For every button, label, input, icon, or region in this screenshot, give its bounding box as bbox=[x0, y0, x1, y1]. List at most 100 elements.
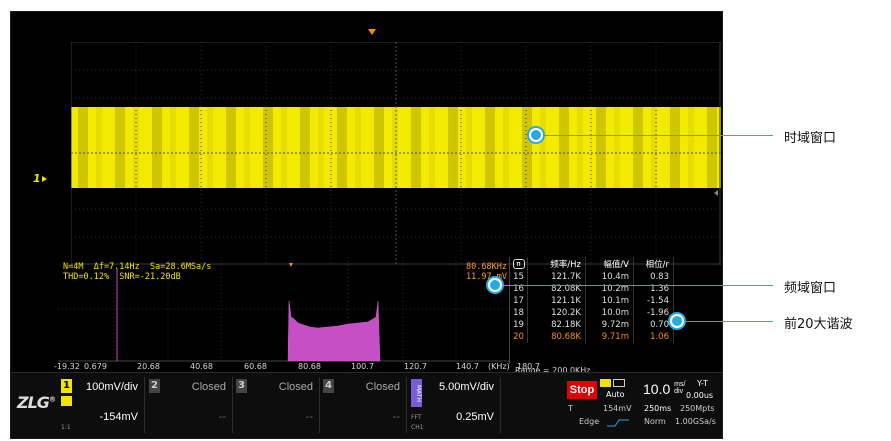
math-badge: MATH bbox=[411, 379, 422, 407]
fft-marker-freq: 80.68KHz bbox=[466, 262, 507, 272]
fft-param-line2: THD=0.12% SNR=-21.20dB bbox=[63, 272, 181, 282]
table-row[interactable]: 19 82.18K 9.72m 0.70 bbox=[510, 319, 689, 331]
harmonic-amp: 9.71m bbox=[586, 331, 634, 343]
fft-x-tick: 120.7 bbox=[404, 362, 427, 371]
trigger-type[interactable]: Edge bbox=[579, 417, 599, 426]
fft-parameters: N=4M Δf=7.14Hz Sa=28.6MSa/s THD=0.12% SNR… bbox=[63, 262, 211, 282]
ch1-settings[interactable]: 1 100mV/div -154mV 1:1 bbox=[59, 377, 145, 433]
logo-text: ZLG bbox=[17, 393, 50, 412]
harmonic-amp: 10.0m bbox=[586, 307, 634, 319]
harmonic-freq: 121.7K bbox=[528, 271, 586, 283]
ch1-number-badge: 1 bbox=[61, 379, 72, 393]
time-window-callout-dot bbox=[529, 128, 543, 142]
harmonic-freq: 120.2K bbox=[528, 307, 586, 319]
harmonic-index: 20 bbox=[510, 331, 528, 343]
zlg-logo: ZLG® bbox=[17, 393, 56, 412]
ch1-probe-ratio: 1:1 bbox=[61, 424, 71, 431]
harmonics-header-row: π 频率/Hz 幅值/V 相位/r bbox=[510, 257, 689, 271]
ch1-marker-label: 1 bbox=[33, 172, 41, 185]
trigger-position-marker[interactable] bbox=[368, 29, 376, 35]
harmonic-phase: 1.06 bbox=[634, 331, 674, 343]
math-scale: 5.00mV/div bbox=[438, 381, 494, 393]
ch2-settings[interactable]: 2 Closed -- bbox=[147, 377, 233, 433]
ch4-number-badge: 4 bbox=[323, 379, 334, 393]
table-row[interactable]: 15 121.7K 10.4m 0.83 bbox=[510, 271, 689, 283]
trigger-source: T bbox=[568, 404, 573, 413]
timebase-control[interactable]: 10.0 ms/div bbox=[643, 381, 685, 397]
fft-x-tick: 80.68 bbox=[298, 362, 321, 371]
sample-rate: 1.00GSa/s bbox=[675, 417, 716, 426]
header-freq: 频率/Hz bbox=[528, 257, 586, 271]
fft-marker-readout: 80.68KHz 11.97 mV bbox=[466, 262, 507, 282]
fft-param-line1: N=4M Δf=7.14Hz Sa=28.6MSa/s bbox=[63, 262, 212, 272]
panel-expand-icon[interactable] bbox=[714, 190, 718, 196]
freq-window-callout-line bbox=[502, 285, 773, 286]
status-bar: ZLG® 1 100mV/div -154mV 1:1 2 Closed -- … bbox=[11, 372, 722, 438]
table-row[interactable]: 17 121.1K 10.1m -1.54 bbox=[510, 295, 689, 307]
ch1-offset: -154mV bbox=[99, 411, 138, 423]
harmonic-freq: 121.1K bbox=[528, 295, 586, 307]
edge-icon bbox=[607, 419, 629, 427]
math-settings[interactable]: MATH 5.00mV/div 0.25mV FFT CH1 bbox=[409, 377, 501, 433]
fft-x-tick: 20.68 bbox=[137, 362, 160, 371]
ch1-arrow-icon bbox=[41, 176, 47, 182]
display-mode[interactable]: Y-T bbox=[697, 379, 708, 388]
ch3-settings[interactable]: 3 Closed -- bbox=[234, 377, 320, 433]
harmonic-amp: 10.1m bbox=[586, 295, 634, 307]
ch4-settings[interactable]: 4 Closed -- bbox=[321, 377, 407, 433]
harmonic-index: 19 bbox=[510, 319, 528, 331]
time-window-label: 时域窗口 bbox=[784, 131, 837, 146]
ch3-number-badge: 3 bbox=[236, 379, 247, 393]
harmonics-table[interactable]: π 频率/Hz 幅值/V 相位/r 15 121.7K 10.4m 0.83 1… bbox=[509, 257, 689, 364]
trigger-ch-icon bbox=[600, 379, 611, 387]
ch1-level-marker[interactable]: 1 bbox=[33, 172, 47, 185]
horizontal-delay[interactable]: 0.00us bbox=[686, 391, 713, 400]
trigger-slope-icon bbox=[613, 379, 625, 387]
fft-x-tick: 60.68 bbox=[244, 362, 267, 371]
harmonic-index: 17 bbox=[510, 295, 528, 307]
ch3-scale: Closed bbox=[278, 381, 313, 393]
table-row[interactable]: 18 120.2K 10.0m -1.96 bbox=[510, 307, 689, 319]
harmonic-freq: 80.68K bbox=[528, 331, 586, 343]
fft-x-tick: 40.68 bbox=[190, 362, 213, 371]
ch2-offset: -- bbox=[218, 411, 226, 423]
harmonic-phase: 0.70 bbox=[634, 319, 674, 331]
harmonic-phase: -1.54 bbox=[634, 295, 674, 307]
freq-window-callout-dot bbox=[488, 278, 502, 292]
frequency-domain-window[interactable]: N=4M Δf=7.14Hz Sa=28.6MSa/s THD=0.12% SNR… bbox=[58, 257, 509, 362]
harmonics-callout-dot bbox=[670, 314, 684, 328]
trigger-mode[interactable]: Auto bbox=[606, 390, 625, 399]
table-row-selected[interactable]: 20 80.68K 9.71m 1.06 bbox=[510, 331, 689, 343]
ch1-coupling-icon bbox=[61, 396, 72, 406]
acquisition-mode[interactable]: Norm bbox=[644, 417, 666, 426]
time-grid-svg bbox=[71, 42, 721, 265]
fft-spectrum bbox=[287, 300, 381, 362]
timebase-value: 10.0 bbox=[643, 381, 671, 397]
trigger-level[interactable]: 154mV bbox=[603, 404, 632, 413]
fft-x-tick: 100.7 bbox=[351, 362, 374, 371]
run-stop-button[interactable]: Stop bbox=[567, 381, 597, 399]
memory-time: 250ms bbox=[644, 404, 672, 413]
ch2-scale: Closed bbox=[191, 381, 226, 393]
pi-icon[interactable]: π bbox=[510, 257, 528, 271]
math-source-label: CH1 bbox=[411, 424, 424, 431]
trigger-level-marker[interactable]: ←T bbox=[683, 132, 700, 145]
oscilloscope-screen: 1 ←T N=4M Δf=7.14Hz Sa=28.6MSa/s THD=0.12… bbox=[10, 11, 723, 439]
ch2-number-badge: 2 bbox=[149, 379, 160, 393]
harmonic-phase: 0.83 bbox=[634, 271, 674, 283]
harmonic-freq: 82.18K bbox=[528, 319, 586, 331]
math-offset: 0.25mV bbox=[456, 411, 494, 423]
fft-x-tick: -19.32 bbox=[54, 362, 80, 371]
fft-x-tick: 0.679 bbox=[84, 362, 107, 371]
ch4-offset: -- bbox=[392, 411, 400, 423]
header-phase: 相位/r bbox=[634, 257, 674, 271]
timebase-unit-bottom: div bbox=[674, 388, 684, 395]
harmonic-phase: -1.96 bbox=[634, 307, 674, 319]
logo-reg-mark: ® bbox=[48, 395, 56, 404]
trigger-marker-label: T bbox=[692, 132, 700, 145]
fft-x-tick: 140.7 bbox=[456, 362, 479, 371]
harmonics-label: 前20大谐波 bbox=[784, 317, 853, 332]
ch1-scale: 100mV/div bbox=[86, 381, 138, 393]
time-domain-window[interactable] bbox=[71, 42, 721, 265]
time-window-callout-line bbox=[543, 135, 773, 136]
